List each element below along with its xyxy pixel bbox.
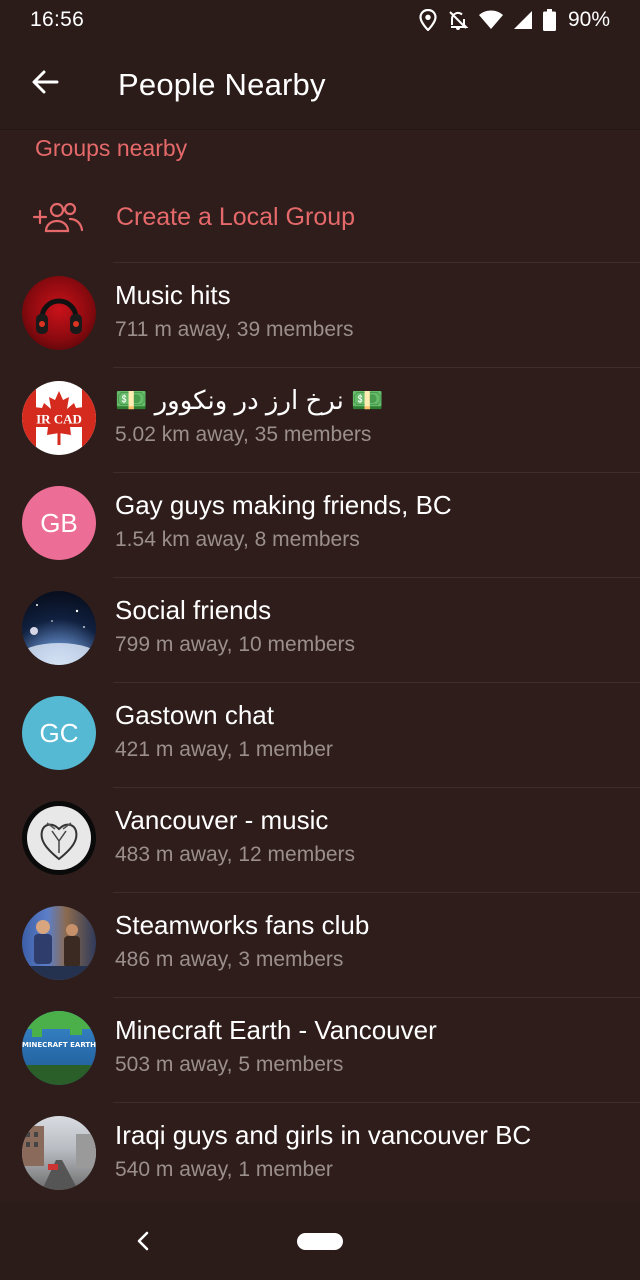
group-row-social-friends[interactable]: Social friends 799 m away, 10 members [0, 578, 640, 683]
avatar-text: IR CAD [36, 412, 82, 427]
create-local-group-button[interactable]: Create a Local Group [0, 172, 640, 262]
arrow-left-icon [31, 70, 59, 99]
group-distance: 540 m away, 1 member [115, 1158, 333, 1181]
chevron-left-icon [128, 1231, 158, 1260]
group-name: Minecraft Earth - Vancouver [115, 1015, 437, 1045]
avatar-text: MINECRAFT EARTH [22, 1041, 96, 1049]
group-distance: 799 m away, 10 members [115, 633, 356, 656]
location-icon [419, 9, 437, 31]
page-title: People Nearby [118, 66, 326, 102]
group-name: Music hits [115, 280, 231, 310]
battery-icon [542, 9, 556, 31]
group-name: Gay guys making friends, BC [115, 490, 452, 520]
group-row-gastown-chat[interactable]: GC Gastown chat 421 m away, 1 member [0, 683, 640, 788]
group-distance: 711 m away, 39 members [115, 318, 354, 341]
group-row-currency-vancouver[interactable]: IR CAD 💵 نرخ ارز در ونکوور 💵 5.02 km awa… [0, 368, 640, 473]
group-distance: 1.54 km away, 8 members [115, 528, 360, 551]
group-row-iraqi-vancouver[interactable]: Iraqi guys and girls in vancouver BC 540… [0, 1103, 640, 1208]
status-bar: 16:56 90% [0, 0, 640, 40]
app-bar: People Nearby [0, 40, 640, 130]
back-button[interactable] [0, 40, 90, 130]
nearby-groups-list: Music hits 711 m away, 39 members IR CAD… [0, 263, 640, 1208]
group-name: Steamworks fans club [115, 910, 370, 940]
group-name: 💵 نرخ ارز در ونکوور 💵 [115, 385, 384, 415]
avatar-space [22, 591, 96, 665]
group-name: Vancouver - music [115, 805, 329, 835]
group-name: Iraqi guys and girls in vancouver BC [115, 1120, 532, 1150]
avatar-initials: GC [22, 696, 96, 770]
group-name: Gastown chat [115, 700, 274, 730]
group-distance: 5.02 km away, 35 members [115, 423, 372, 446]
notifications-off-icon [447, 9, 469, 31]
add-group-icon [0, 200, 116, 234]
group-row-steamworks-fans[interactable]: Steamworks fans club 486 m away, 3 membe… [0, 893, 640, 998]
avatar-street [22, 1116, 96, 1190]
avatar-headphones [22, 276, 96, 350]
avatar-people [22, 906, 96, 980]
section-header-groups-nearby: Groups nearby [35, 134, 188, 161]
nav-home-pill[interactable] [297, 1233, 343, 1250]
avatar-initials: GB [22, 486, 96, 560]
avatar-minecraft-earth: MINECRAFT EARTH [22, 1011, 96, 1085]
battery-percentage: 90% [567, 8, 610, 31]
group-row-minecraft-earth[interactable]: MINECRAFT EARTH Minecraft Earth - Vancou… [0, 998, 640, 1103]
wifi-icon [478, 10, 503, 30]
status-icons: 90% [419, 8, 610, 32]
cell-signal-icon [513, 10, 533, 30]
group-row-gay-guys-bc[interactable]: GB Gay guys making friends, BC 1.54 km a… [0, 473, 640, 578]
system-nav-bar [0, 1202, 640, 1280]
group-name: Social friends [115, 595, 272, 625]
create-local-group-label: Create a Local Group [116, 202, 356, 231]
group-row-music-hits[interactable]: Music hits 711 m away, 39 members [0, 263, 640, 368]
avatar-canada-flag: IR CAD [22, 381, 96, 455]
status-time: 16:56 [30, 8, 85, 31]
avatar-heart-sketch [22, 801, 96, 875]
group-distance: 421 m away, 1 member [115, 738, 333, 761]
nav-back-button[interactable] [128, 1226, 158, 1256]
group-row-vancouver-music[interactable]: Vancouver - music 483 m away, 12 members [0, 788, 640, 893]
group-distance: 483 m away, 12 members [115, 843, 356, 866]
group-distance: 503 m away, 5 members [115, 1053, 344, 1076]
group-distance: 486 m away, 3 members [115, 948, 344, 971]
